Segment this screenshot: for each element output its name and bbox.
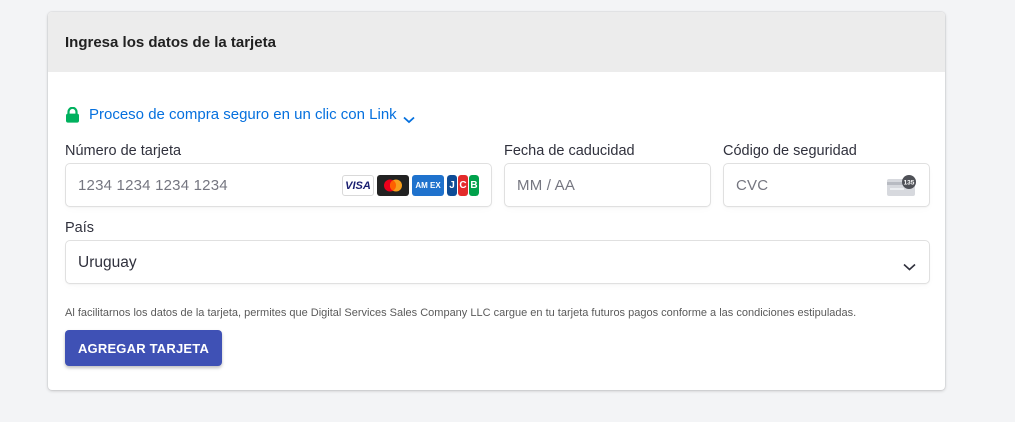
visa-icon: VISA <box>342 175 374 196</box>
card-number-label: Número de tarjeta <box>65 143 182 159</box>
country-value: Uruguay <box>78 254 137 271</box>
card-header: Ingresa los datos de la tarjeta <box>48 12 945 72</box>
lock-icon <box>65 106 80 123</box>
card-number-placeholder: 1234 1234 1234 1234 <box>78 177 228 194</box>
add-card-button[interactable]: AGREGAR TARJETA <box>65 330 222 366</box>
link-secure-checkout[interactable]: Proceso de compra seguro en un clic con … <box>65 106 415 123</box>
cvc-card-icon: 135 <box>887 175 917 197</box>
terms-text: Al facilitarnos los datos de la tarjeta,… <box>65 307 857 319</box>
jcb-j: J <box>447 175 457 196</box>
link-text[interactable]: Proceso de compra seguro en un clic con … <box>89 106 397 123</box>
chevron-down-icon[interactable] <box>903 258 916 271</box>
country-select[interactable]: Uruguay <box>65 240 930 284</box>
jcb-icon: J C B <box>447 175 479 196</box>
mastercard-icon <box>377 175 409 196</box>
cvc-label: Código de seguridad <box>723 143 857 159</box>
card-number-input[interactable]: 1234 1234 1234 1234 VISA AM EX J C B <box>65 163 492 207</box>
amex-text: AM EX <box>415 181 441 190</box>
visa-text: VISA <box>345 179 371 192</box>
jcb-c: C <box>458 175 468 196</box>
chevron-down-icon[interactable] <box>403 111 415 123</box>
jcb-b: B <box>469 175 479 196</box>
payment-card: Ingresa los datos de la tarjeta Proceso … <box>48 12 945 390</box>
expiry-placeholder: MM / AA <box>517 177 576 194</box>
country-label: País <box>65 220 95 236</box>
amex-icon: AM EX <box>412 175 444 196</box>
expiry-input[interactable]: MM / AA <box>504 163 711 207</box>
card-brands: VISA AM EX J C B <box>342 175 479 196</box>
card-title: Ingresa los datos de la tarjeta <box>65 33 276 51</box>
expiry-label: Fecha de caducidad <box>504 143 635 159</box>
cvc-placeholder: CVC <box>736 177 769 194</box>
cvc-input[interactable]: CVC 135 <box>723 163 930 207</box>
cvc-icon-text: 135 <box>904 179 915 186</box>
